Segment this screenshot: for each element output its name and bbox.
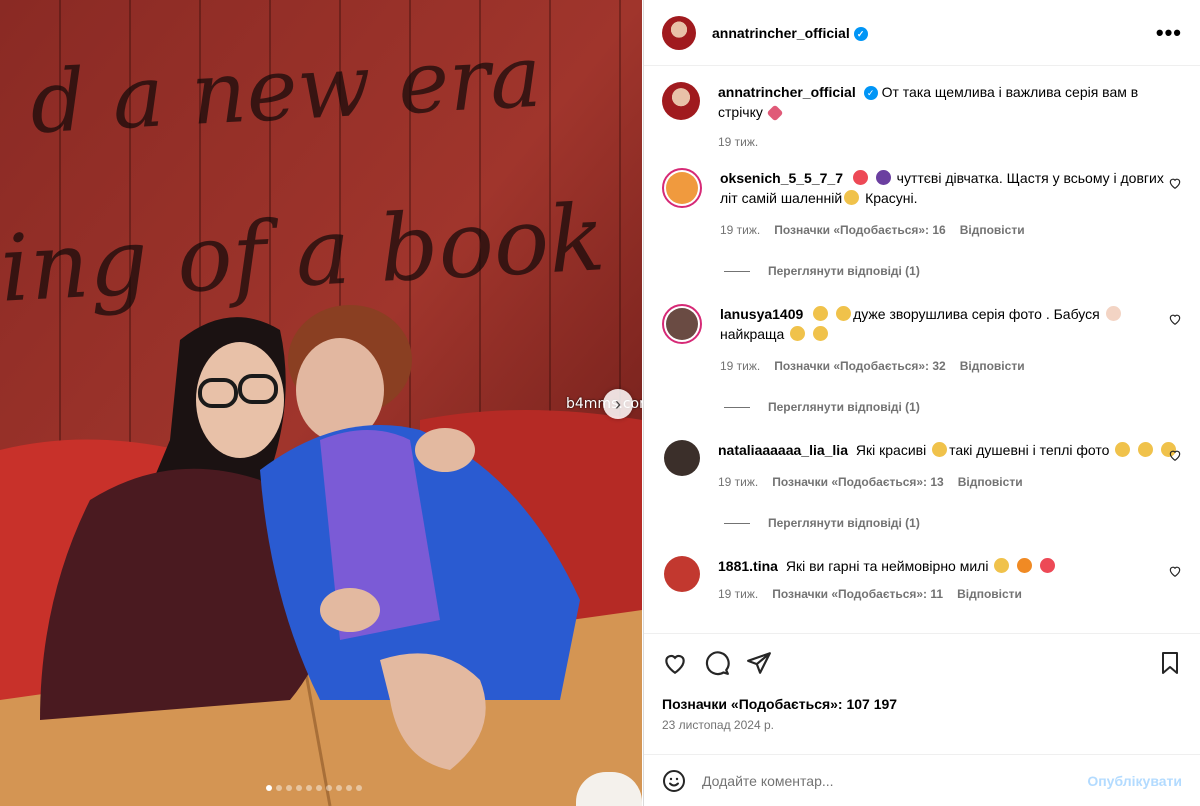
comment-item: oksenich_5_5_7_7 чуттєві дівчатка. Щастя… <box>662 168 1182 240</box>
kiss-face-emoji-icon <box>813 326 829 341</box>
carousel-dot <box>286 785 292 791</box>
carousel-dot <box>296 785 302 791</box>
comments-list[interactable]: annatrincher_official ✓ От така щемлива і… <box>644 66 1200 632</box>
view-replies-label[interactable]: Переглянути відповіді (1) <box>768 264 920 278</box>
verified-badge-icon: ✓ <box>863 86 878 100</box>
verified-badge-icon: ✓ <box>853 26 868 41</box>
reply-button[interactable]: Відповісти <box>958 472 1023 492</box>
carousel-dot <box>306 785 312 791</box>
carousel-dot <box>336 785 342 791</box>
comment-username[interactable]: nataliaaaaaa_lia_lia <box>718 442 848 458</box>
comment-username[interactable]: 1881.tina <box>718 558 778 574</box>
comment-text: дуже зворушлива серія фото . Бабуся <box>853 306 1100 322</box>
comment-likes[interactable]: Позначки «Подобається»: 16 <box>774 220 945 240</box>
add-comment-bar: Опублікувати <box>644 754 1200 806</box>
smiling-hearts-emoji-icon <box>790 326 806 341</box>
comment-item: nataliaaaaaa_lia_lia Які красиві такі ду… <box>662 440 1182 492</box>
like-comment-heart-icon[interactable] <box>1168 312 1182 326</box>
reply-button[interactable]: Відповісти <box>960 356 1025 376</box>
carousel-dot <box>276 785 282 791</box>
caption-avatar[interactable] <box>662 82 700 120</box>
like-heart-icon[interactable] <box>662 650 688 676</box>
red-heart-emoji-icon <box>1040 558 1056 573</box>
comment-time[interactable]: 19 тиж. <box>718 472 758 492</box>
comment-text: такі душевні і теплі фото <box>949 442 1110 458</box>
carousel-dot <box>346 785 352 791</box>
broken-heart-emoji-icon <box>766 104 784 122</box>
pleading-face-emoji-icon <box>932 442 948 457</box>
smiling-face-emoji-icon <box>1115 442 1131 457</box>
comment-time[interactable]: 19 тиж. <box>720 356 760 376</box>
view-replies-button[interactable]: Переглянути відповіді (1) <box>724 516 1182 530</box>
carousel-indicator <box>266 785 362 791</box>
comment-item: 1881.tina Які ви гарні та неймовірно мил… <box>662 556 1182 604</box>
comment-username[interactable]: lanusya1409 <box>720 306 803 322</box>
carousel-dot <box>356 785 362 791</box>
comment-time[interactable]: 19 тиж. <box>718 584 758 604</box>
commenter-avatar[interactable] <box>664 440 700 476</box>
comment-text: Які ви гарні та неймовірно милі <box>785 558 989 574</box>
likes-count[interactable]: Позначки «Подобається»: 107 197 <box>662 696 1182 712</box>
carousel-next-button[interactable]: › <box>603 389 633 419</box>
chevron-right-icon: › <box>615 393 621 414</box>
emoji-picker-icon[interactable] <box>662 769 686 793</box>
caption-username[interactable]: annatrincher_official <box>718 84 856 100</box>
post-sidebar: annatrincher_official ✓ ••• annatrincher_… <box>643 0 1200 806</box>
publish-button[interactable]: Опублікувати <box>1087 773 1182 789</box>
comment-likes[interactable]: Позначки «Подобається»: 11 <box>772 584 943 604</box>
caption-time[interactable]: 19 тиж. <box>718 132 1182 152</box>
pleading-face-emoji-icon <box>1138 442 1154 457</box>
replies-divider <box>724 406 750 408</box>
comment-input[interactable] <box>702 772 1088 789</box>
view-replies-label[interactable]: Переглянути відповіді (1) <box>768 516 920 530</box>
post-caption: annatrincher_official ✓ От така щемлива і… <box>662 82 1182 152</box>
reply-button[interactable]: Відповісти <box>960 220 1025 240</box>
post-photo: d a new era ing of a book b4mms.com › <box>0 0 642 806</box>
fire-emoji-icon <box>1017 558 1033 573</box>
comment-text: Красуні. <box>865 190 918 206</box>
post-actions: Позначки «Подобається»: 107 197 23 листо… <box>644 633 1200 732</box>
post-header: annatrincher_official ✓ ••• <box>644 0 1200 66</box>
comment-bubble-icon[interactable] <box>704 650 730 676</box>
pleading-face-emoji-icon <box>994 558 1010 573</box>
comment-text: найкраща <box>720 326 785 342</box>
carousel-dot <box>316 785 322 791</box>
more-options-icon[interactable]: ••• <box>1156 20 1182 46</box>
author-username-text[interactable]: annatrincher_official <box>712 25 850 41</box>
like-comment-heart-icon[interactable] <box>1168 176 1182 190</box>
replies-divider <box>724 270 750 272</box>
view-replies-label[interactable]: Переглянути відповіді (1) <box>768 400 920 414</box>
post-date[interactable]: 23 листопад 2024 р. <box>662 718 1182 732</box>
author-username[interactable]: annatrincher_official ✓ <box>712 25 868 41</box>
comment-text: Які красиві <box>855 442 927 458</box>
replies-divider <box>724 522 750 524</box>
carousel-dot <box>266 785 272 791</box>
like-comment-heart-icon[interactable] <box>1168 448 1182 462</box>
commenter-avatar[interactable] <box>662 168 702 208</box>
commenter-avatar[interactable] <box>662 304 702 344</box>
pleading-face-emoji-icon <box>813 306 829 321</box>
comment-likes[interactable]: Позначки «Подобається»: 13 <box>772 472 943 492</box>
carousel-dot <box>326 785 332 791</box>
comment-likes[interactable]: Позначки «Подобається»: 32 <box>774 356 945 376</box>
share-plane-icon[interactable] <box>746 650 772 676</box>
view-replies-button[interactable]: Переглянути відповіді (1) <box>724 264 1182 278</box>
comment-item: lanusya1409 дуже зворушлива серія фото .… <box>662 304 1182 376</box>
grapes-emoji-icon <box>875 170 891 185</box>
save-bookmark-icon[interactable] <box>1158 650 1182 676</box>
smiling-hearts-emoji-icon <box>844 190 860 205</box>
grandmother-emoji-icon <box>1105 306 1121 321</box>
view-replies-button[interactable]: Переглянути відповіді (1) <box>724 400 1182 414</box>
comment-username[interactable]: oksenich_5_5_7_7 <box>720 170 843 186</box>
reply-button[interactable]: Відповісти <box>957 584 1022 604</box>
author-avatar[interactable] <box>662 15 696 50</box>
red-heart-emoji-icon <box>852 170 868 185</box>
comment-time[interactable]: 19 тиж. <box>720 220 760 240</box>
pleading-face-emoji-icon <box>836 306 852 321</box>
like-comment-heart-icon[interactable] <box>1168 564 1182 578</box>
commenter-avatar[interactable] <box>664 556 700 592</box>
